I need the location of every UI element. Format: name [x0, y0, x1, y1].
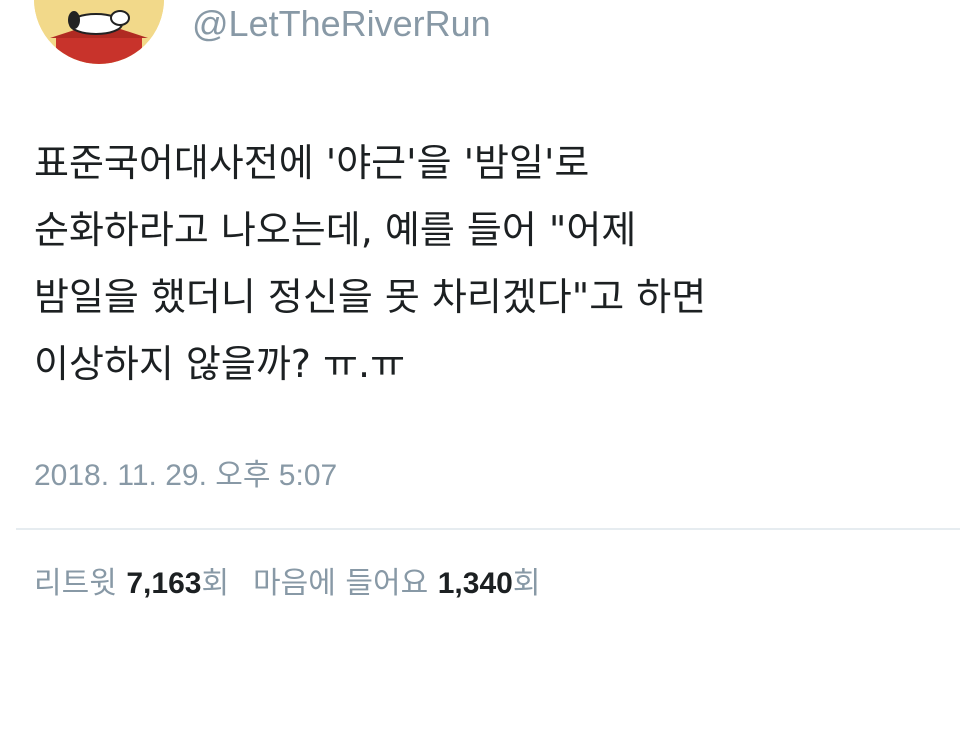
retweet-unit: 회 — [201, 566, 230, 601]
tweet-text-line: 이상하지 않을까? ㅠ.ㅠ — [34, 342, 406, 386]
divider — [16, 528, 960, 530]
user-handle[interactable]: @LetTheRiverRun — [192, 2, 491, 46]
tweet-text-line: 순화하라고 나오는데, 예를 들어 "어제 — [34, 208, 637, 252]
avatar[interactable] — [34, 0, 164, 64]
snoopy-doghouse-icon — [34, 0, 164, 64]
retweet-label: 리트윗 — [34, 566, 117, 601]
retweet-stat[interactable]: 리트윗 7,163회 — [34, 566, 229, 601]
tweet-timestamp[interactable]: 2018. 11. 29. 오후 5:07 — [34, 456, 337, 496]
like-stat[interactable]: 마음에 들어요 1,340회 — [253, 566, 540, 601]
tweet-text-line: 밤일을 했더니 정신을 못 차리겠다"고 하면 — [34, 275, 707, 319]
tweet-text: 표준국어대사전에 '야근'을 '밤일'로 순화하라고 나오는데, 예를 들어 "… — [34, 130, 934, 398]
tweet-card: @LetTheRiverRun 표준국어대사전에 '야근'을 '밤일'로 순화하… — [0, 0, 960, 738]
like-count: 1,340 — [437, 567, 513, 600]
tweet-text-line: 표준국어대사전에 '야근'을 '밤일'로 — [34, 141, 590, 185]
like-unit: 회 — [512, 566, 541, 601]
like-label: 마음에 들어요 — [253, 566, 429, 601]
tweet-stats: 리트윗 7,163회 마음에 들어요 1,340회 — [34, 564, 540, 604]
retweet-count: 7,163 — [126, 567, 202, 600]
